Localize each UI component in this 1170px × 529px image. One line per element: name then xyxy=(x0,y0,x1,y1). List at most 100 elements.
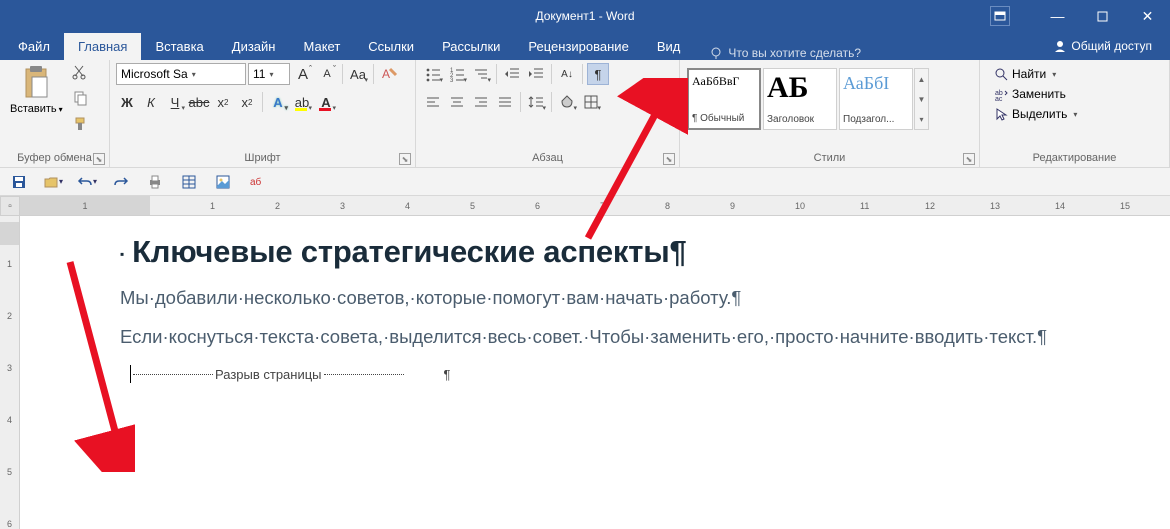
heading-text[interactable]: ▪Ключевые стратегические аспекты¶ xyxy=(120,234,1150,270)
ribbon-tabs: Файл Главная Вставка Дизайн Макет Ссылки… xyxy=(0,32,1170,60)
justify-button[interactable] xyxy=(494,91,516,113)
find-button[interactable]: Найти▾ xyxy=(994,67,1077,81)
font-color-button[interactable]: A▾ xyxy=(315,91,337,113)
styles-down[interactable]: ▼ xyxy=(915,89,928,109)
document-page[interactable]: ▪Ключевые стратегические аспекты¶ Мы·доб… xyxy=(20,216,1170,529)
font-size-combo[interactable]: 11▾ xyxy=(248,63,290,85)
align-right-icon xyxy=(473,94,489,110)
tab-home[interactable]: Главная xyxy=(64,33,141,60)
font-name-combo[interactable]: Microsoft Sa▾ xyxy=(116,63,246,85)
tab-design[interactable]: Дизайн xyxy=(218,33,290,60)
bold-button[interactable]: Ж xyxy=(116,91,138,113)
show-hide-pilcrow-button[interactable]: ¶ xyxy=(587,63,609,85)
qat-open[interactable]: ▾ xyxy=(42,172,64,192)
indent-icon xyxy=(528,66,544,82)
style-normal[interactable]: АаБбВвГ ¶ Обычный xyxy=(687,68,761,130)
cut-button[interactable] xyxy=(71,63,89,81)
styles-dialog-launcher[interactable]: ⬊ xyxy=(963,153,975,165)
clipboard-dialog-launcher[interactable]: ⬊ xyxy=(93,153,105,165)
tell-me-search[interactable]: Что вы хотите сделать? xyxy=(709,46,861,60)
clear-formatting-button[interactable]: A xyxy=(378,63,400,85)
eraser-icon: A xyxy=(380,65,398,83)
change-case-button[interactable]: Aa▾ xyxy=(347,63,369,85)
align-right-button[interactable] xyxy=(470,91,492,113)
tab-file[interactable]: Файл xyxy=(4,33,64,60)
save-icon xyxy=(11,174,27,190)
document-title: Документ1 - Word xyxy=(535,9,634,23)
paste-button[interactable]: Вставить▾ xyxy=(6,63,67,115)
tab-insert[interactable]: Вставка xyxy=(141,33,217,60)
lightbulb-icon xyxy=(709,46,723,60)
brush-icon xyxy=(72,116,88,132)
borders-button[interactable]: ▾ xyxy=(580,91,602,113)
style-heading[interactable]: АБ Заголовок xyxy=(763,68,837,130)
grow-font-button[interactable]: Aˆ xyxy=(292,63,314,85)
style-subheading[interactable]: АаБбІ Подзагол... xyxy=(839,68,913,130)
shrink-font-button[interactable]: Aˇ xyxy=(316,63,338,85)
align-left-button[interactable] xyxy=(422,91,444,113)
body-paragraph-1[interactable]: Мы·добавили·несколько·советов,·которые·п… xyxy=(120,284,1110,313)
tab-references[interactable]: Ссылки xyxy=(354,33,428,60)
minimize-button[interactable]: — xyxy=(1035,0,1080,32)
vertical-ruler[interactable]: 1 2 3 4 5 6 xyxy=(0,216,20,529)
format-painter-button[interactable] xyxy=(71,115,89,133)
ruler-corner: ▫ xyxy=(0,196,20,216)
replace-button[interactable]: abac Заменить xyxy=(994,87,1077,101)
horizontal-ruler[interactable]: 1 1 2 3 4 5 6 7 8 9 10 11 12 13 14 15 16 xyxy=(20,196,1170,216)
group-paragraph: ▾ 123▾ ▾ A↓ ¶ ▾ xyxy=(416,60,680,167)
tab-mailings[interactable]: Рассылки xyxy=(428,33,514,60)
styles-up[interactable]: ▲ xyxy=(915,69,928,89)
qat-undo[interactable]: ▾ xyxy=(76,172,98,192)
subscript-button[interactable]: x2 xyxy=(212,91,234,113)
select-button[interactable]: Выделить▾ xyxy=(994,107,1077,121)
window-controls: — ✕ xyxy=(1035,0,1170,32)
styles-more[interactable]: ▾ xyxy=(915,109,928,129)
numbering-button[interactable]: 123▾ xyxy=(446,63,468,85)
open-icon xyxy=(43,174,59,190)
tab-layout[interactable]: Макет xyxy=(289,33,354,60)
paragraph-dialog-launcher[interactable]: ⬊ xyxy=(663,153,675,165)
tab-view[interactable]: Вид xyxy=(643,33,695,60)
picture-icon xyxy=(215,174,231,190)
sort-button[interactable]: A↓ xyxy=(556,63,578,85)
align-left-icon xyxy=(425,94,441,110)
qat-save[interactable] xyxy=(8,172,30,192)
page-break-marker[interactable]: Разрыв страницы ¶ xyxy=(130,365,1150,383)
styles-scroll: ▲ ▼ ▾ xyxy=(914,68,929,130)
highlight-button[interactable]: ab▾ xyxy=(291,91,313,113)
align-center-button[interactable] xyxy=(446,91,468,113)
group-font: Microsoft Sa▾ 11▾ Aˆ Aˇ Aa▾ A Ж К Ч▾ abc… xyxy=(110,60,416,167)
strikethrough-button[interactable]: abc xyxy=(188,91,210,113)
superscript-button[interactable]: x2 xyxy=(236,91,258,113)
qat-print[interactable] xyxy=(144,172,166,192)
justify-icon xyxy=(497,94,513,110)
shading-button[interactable]: ▾ xyxy=(556,91,578,113)
document-area: 1 2 3 4 5 6 ▪Ключевые стратегические асп… xyxy=(0,216,1170,529)
increase-indent-button[interactable] xyxy=(525,63,547,85)
qat-redo[interactable] xyxy=(110,172,132,192)
tab-review[interactable]: Рецензирование xyxy=(514,33,642,60)
outdent-icon xyxy=(504,66,520,82)
decrease-indent-button[interactable] xyxy=(501,63,523,85)
group-editing: Найти▾ abac Заменить Выделить▾ Редактиро… xyxy=(980,60,1170,167)
maximize-icon xyxy=(1097,11,1108,22)
copy-button[interactable] xyxy=(71,89,89,107)
italic-button[interactable]: К xyxy=(140,91,162,113)
font-dialog-launcher[interactable]: ⬊ xyxy=(399,153,411,165)
spellcheck-icon: аб xyxy=(249,174,265,190)
paste-icon xyxy=(22,66,50,100)
maximize-button[interactable] xyxy=(1080,0,1125,32)
close-button[interactable]: ✕ xyxy=(1125,0,1170,32)
underline-button[interactable]: Ч▾ xyxy=(164,91,186,113)
line-spacing-button[interactable]: ▾ xyxy=(525,91,547,113)
qat-insert-picture[interactable] xyxy=(212,172,234,192)
bullets-button[interactable]: ▾ xyxy=(422,63,444,85)
multilevel-list-button[interactable]: ▾ xyxy=(470,63,492,85)
body-paragraph-2[interactable]: Если·коснуться·текста·совета,·выделится·… xyxy=(120,323,1110,352)
qat-table[interactable] xyxy=(178,172,200,192)
share-button[interactable]: Общий доступ xyxy=(1045,32,1160,60)
text-effects-button[interactable]: A▾ xyxy=(267,91,289,113)
ribbon-display-options[interactable] xyxy=(990,6,1010,26)
qat-spelling[interactable]: аб xyxy=(246,172,268,192)
tell-me-placeholder: Что вы хотите сделать? xyxy=(728,46,861,60)
